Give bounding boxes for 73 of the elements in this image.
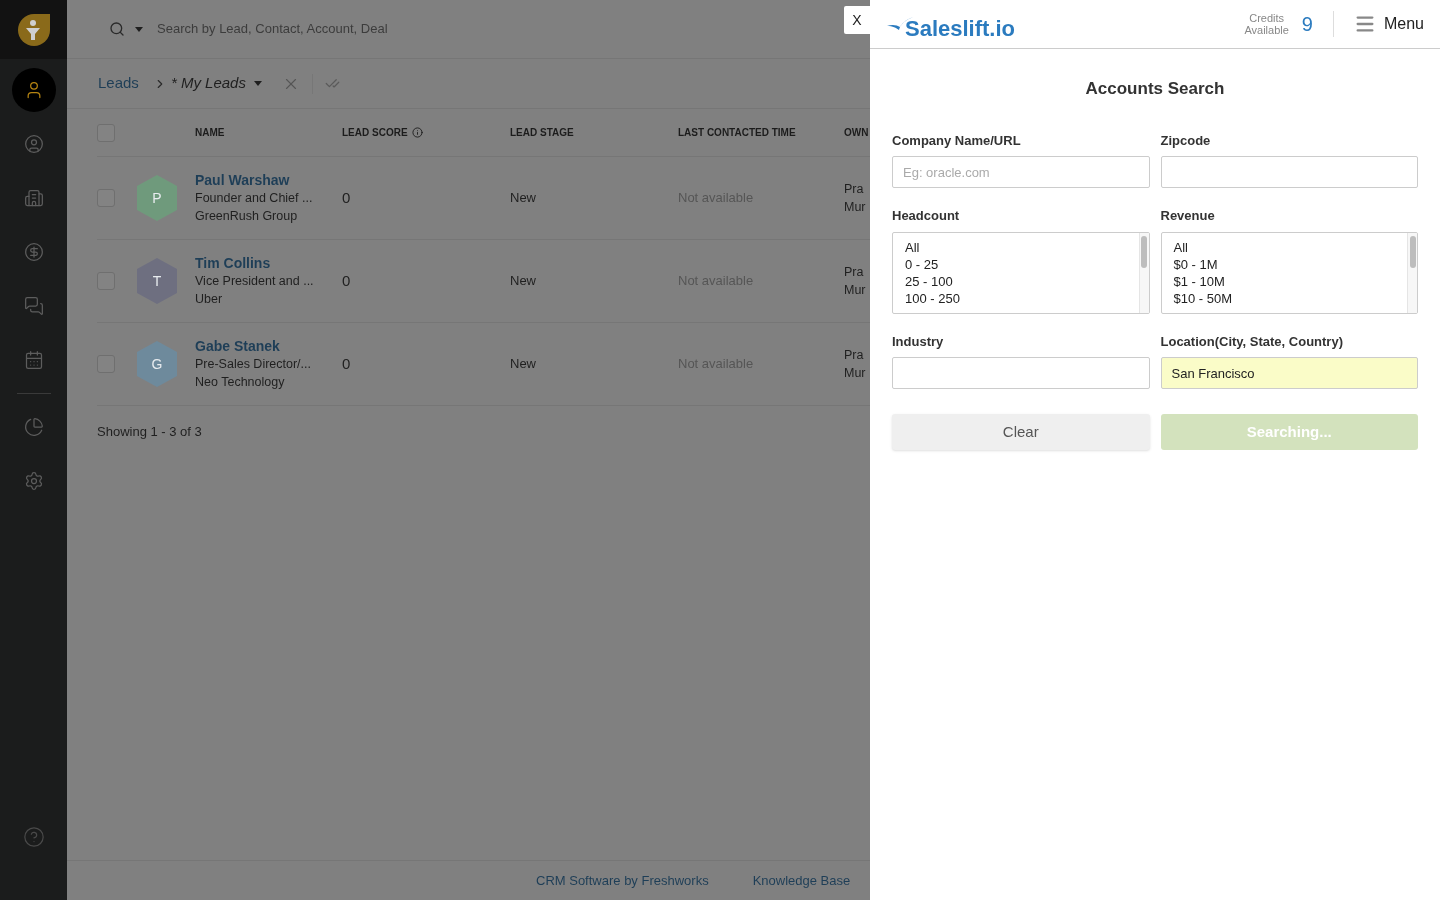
lead-company: Uber [195, 291, 224, 308]
table-cell-text: New [510, 355, 537, 374]
lead-company: GreenRush Group [195, 208, 299, 225]
list-option[interactable]: 100 - 250 [905, 289, 1137, 307]
caret-icon [253, 81, 262, 86]
text-field[interactable]: San Francisco [1160, 357, 1418, 389]
lead-company: Neo Technology [195, 374, 286, 391]
avatar: G [136, 340, 178, 388]
column-header[interactable]: NAME [195, 125, 342, 140]
column-header[interactable]: LAST CONTACTED TIME [678, 125, 844, 140]
list-option[interactable]: All [1173, 238, 1405, 256]
dollar-icon [23, 242, 44, 262]
table-cell-text: Pra [844, 264, 865, 281]
building-icon [23, 188, 44, 208]
table-cell-text: 0 [342, 187, 352, 208]
field-label: Headcount [892, 207, 961, 225]
list-option[interactable]: 0 - 25 [905, 255, 1137, 273]
clear-button[interactable]: Clear [892, 414, 1150, 450]
sidebar-item[interactable] [11, 68, 56, 112]
table-cell-text: Mur [844, 365, 867, 382]
list-option[interactable]: $0 - 1M [1173, 255, 1405, 273]
info-icon [411, 127, 423, 138]
credits-count: 9 [1301, 12, 1313, 37]
table-cell-text: Mur [844, 199, 867, 216]
help-icon[interactable] [22, 826, 45, 848]
settings-icon [23, 471, 44, 491]
column-header[interactable]: LEAD SCORE [342, 125, 510, 140]
lead-title: Vice President and ... [195, 273, 315, 290]
list-option[interactable]: $10 - 50M [1173, 289, 1405, 307]
lead-title: Founder and Chief ... [195, 190, 314, 207]
person-icon [23, 134, 44, 154]
logo-text: Saleslift.io [905, 18, 1016, 40]
view-dropdown[interactable]: * My Leads [170, 72, 262, 95]
lead-title: Pre-Sales Director/... [195, 356, 312, 373]
field-label: Revenue [1160, 207, 1216, 225]
menu-button[interactable]: Menu [1353, 12, 1424, 36]
table-cell-text: New [510, 189, 537, 208]
table-cell-text: New [510, 272, 537, 291]
list-option[interactable]: $1 - 10M [1173, 272, 1405, 290]
scrollbar[interactable] [1138, 232, 1149, 313]
column-header[interactable]: LEAD STAGE [510, 125, 678, 140]
avatar: T [136, 257, 178, 305]
scrollbar[interactable] [1407, 232, 1417, 313]
table-cell-text: 0 [342, 353, 352, 374]
pie-chart-icon [23, 417, 44, 437]
close-button[interactable]: X [844, 6, 870, 34]
field-label: Company Name/URL [892, 131, 1022, 150]
logo-icon[interactable] [15, 12, 52, 47]
table-cell-text: Mur [844, 282, 867, 299]
credits-label: Available [1244, 24, 1289, 36]
avatar: P [136, 174, 178, 222]
list-box[interactable]: All $0 - 1M $1 - 10M $10 - 50M [1160, 231, 1418, 314]
table-cell-text: Pra [844, 347, 865, 364]
list-option[interactable]: 25 - 100 [905, 272, 1137, 290]
field-label: Zipcode [1160, 131, 1212, 150]
credits-label: Credits [1249, 12, 1285, 24]
table-cell-text: Pra [844, 181, 865, 198]
chat-icon [23, 296, 44, 316]
caret-icon[interactable] [135, 26, 143, 32]
text-field[interactable] [1160, 156, 1418, 188]
calendar-icon [23, 350, 44, 370]
results-summary: Showing 1 - 3 of 3 [97, 423, 203, 441]
panel-title: Accounts Search [1084, 78, 1226, 100]
search-field[interactable]: Search by Lead, Contact, Account, Deal [157, 19, 557, 39]
text-field[interactable] [892, 357, 1150, 389]
text-field[interactable]: Eg: oracle.com [892, 156, 1150, 188]
column-header[interactable]: OWN [844, 125, 870, 140]
table-cell-text: 0 [342, 270, 352, 291]
field-label: Location(City, State, Country) [1160, 332, 1344, 351]
search-icon[interactable] [109, 21, 125, 37]
list-option[interactable]: All [905, 238, 1137, 256]
field-label: Industry [892, 332, 945, 351]
list-box[interactable]: All 0 - 25 25 - 100 100 - 250 [892, 231, 1150, 314]
